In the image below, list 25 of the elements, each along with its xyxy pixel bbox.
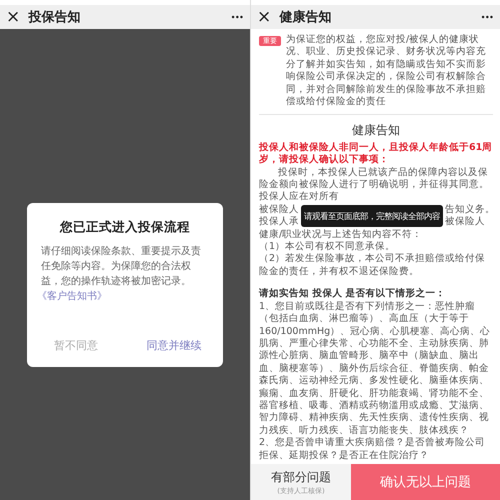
close-button[interactable]: × xyxy=(6,8,20,26)
paragraph-text: 投保人承 xyxy=(259,216,299,229)
window-title: 健康告知 xyxy=(279,8,332,26)
question-text: 1、您目前或既往是否有下列情形之一：恶性肿瘤（包括白血病、淋巴瘤等）、高血压（大于等于 160/100mmHg）、冠心病、心肌梗塞、高心病、心肌病、严重心律失常、心功能不全、主动脉疾病、肺源性心脏病、脑血管畸形、脑卒中（脑缺血、脑出血、脑梗塞等）、脑外伤后综合征、脊髓疾病、帕金森氏病、运动神经元病、多发性硬化、脑垂体疾病、癫痫、血友病、肝硬化、肝功能衰竭、肾功能不全、器官移植、吸毒、酒精或药物滥用或成瘾、艾滋病、智力障碍、精神疾病、先天性疾病、遗传性疾病、视力残疾、听力残疾、语言功能丧失、肢体残疾？ xyxy=(259,300,492,437)
dialog-title: 您已正式进入投保流程 xyxy=(58,218,191,236)
close-button[interactable]: × xyxy=(257,8,272,26)
paragraph-text: 被保险人 xyxy=(259,204,299,216)
more-button[interactable]: ••• xyxy=(232,12,244,22)
window-title: 投保告知 xyxy=(28,8,82,26)
paragraph-text: 被保险人 xyxy=(445,216,486,229)
agree-button[interactable]: 同意并继续 xyxy=(125,328,223,366)
warning-text: 投保人和被保险人非同一人，且投保人年龄低于61周岁，请投保人确认以下事项： xyxy=(259,142,493,167)
list-item: （1）本公司有权不同意承保。 xyxy=(259,241,396,253)
paragraph-text: 投保时，本投保人已就该产品的保障内容以及保险金额向被保险人进行了明确说明，并征得其同意。投保人应在对所有 xyxy=(259,166,490,204)
question-text: 2、您是否曾申请重大疾病赔偿？是否曾被寿险公司拒保、延期投保？是否正在住院治疗？ xyxy=(259,437,486,462)
question-heading: 请如实告知 投保人 是否有以下情形之一： xyxy=(259,288,447,301)
more-button[interactable]: ••• xyxy=(482,12,494,22)
paragraph-text: 告知义务。 xyxy=(445,204,495,216)
paragraph-text: 健康/职业状况与上述告知内容不符： xyxy=(259,228,424,241)
dialog-text: 请仔细阅读保险条款、重要提示及责任免除等内容。为保障您的合法权益，您的操作轨迹将被加密记录。 xyxy=(40,244,202,288)
notice-text: 为保证您的权益，您应对投/被保人的健康状况、职业、历史投保记录、财务状况等内容充分了解并如实告知，如有隐瞒或告知不实而影响保险公司承保决定的，保险公司有权解除合同，并对合同解除前发生的保险事故不承担赔偿或给付保险金的责任 xyxy=(286,34,487,108)
list-item: （2）若发生保险事故，本公司不承担赔偿或给付保险金的责任，并有权不退还保险费。 xyxy=(259,253,486,278)
document-link[interactable]: 《客户告知书》 xyxy=(27,288,223,304)
toast: 请观看至页面底部，完整阅读全部内容 xyxy=(301,205,443,228)
section-title: 健康告知 xyxy=(351,124,401,137)
